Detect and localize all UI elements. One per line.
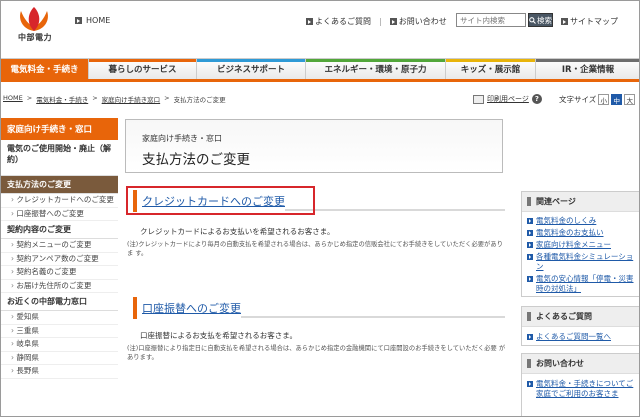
font-size-label: 文字サイズ [559,95,597,104]
sidebar-sub-gifu[interactable]: 岐阜県 [1,338,118,352]
arrow-icon [75,17,82,24]
sidebar-sub-mie[interactable]: 三重県 [1,325,118,338]
sidebar-sub-shizuoka[interactable]: 静岡県 [1,352,118,365]
arrow-icon [561,18,568,25]
related-link-safety[interactable]: 電気の安心情報「停電・災害時の対処法」 [522,273,639,295]
nav-tab-living[interactable]: 暮らしのサービス [89,59,197,79]
sidebar-title[interactable]: 家庭向け手続き・窓口 [1,118,118,140]
contact-title: お問い合わせ [522,354,639,374]
arrow-icon [389,18,397,25]
search-input[interactable] [456,13,526,27]
sidebar-sub-aichi[interactable]: 愛知県 [1,311,118,325]
sidebar-sub-credit[interactable]: クレジットカードへのご変更 [1,194,118,208]
nav-tab-energy[interactable]: エネルギー・環境・原子力 [306,59,446,79]
faq-title: よくあるご質問 [522,307,639,327]
sidebar-sub-name[interactable]: 契約名義のご変更 [1,266,118,280]
page-title: 支払方法のご変更 [142,152,250,168]
nav-tab-electricity[interactable]: 電気料金・手続き [1,59,89,79]
magnifier-icon [529,16,536,24]
faq-link[interactable]: よくあるご質問 [306,16,371,27]
breadcrumb: HOME > 電気料金・手続き > 家庭向け手続き窓口 > 支払方法のご変更 [3,94,226,104]
nav-tab-kids[interactable]: キッズ・展示館 [446,59,536,79]
sidebar-item-contract[interactable]: 契約内容のご変更 [1,221,118,239]
nav-tab-business[interactable]: ビジネスサポート [197,59,306,79]
credit-card-note: (注)クレジットカードにより毎月の自動支払を希望される場合は、あらかじめ指定の信… [127,241,503,257]
faq-box: よくあるご質問 よくあるご質問一覧へ [521,306,639,346]
related-link-simulation[interactable]: 各種電気料金シミュレーション [522,251,639,273]
bank-transfer-description: 口座振替によるお支払を希望されるお客さま。 [140,331,297,340]
sidebar: 家庭向け手続き・窓口 電気のご使用開始・廃止（解約） 支払方法のご変更 クレジッ… [1,118,118,416]
home-label: HOME [86,16,111,25]
page-category: 家庭向け手続き・窓口 [142,134,222,143]
credit-card-description: クレジットカードによるお支払いを希望されるお客さま。 [140,227,335,236]
related-pages-title: 関連ページ [522,192,639,212]
page-header: 家庭向け手続き・窓口 支払方法のご変更 [125,119,503,173]
faq-list-link[interactable]: よくあるご質問一覧へ [522,331,639,343]
font-size-large[interactable]: 大 [624,94,636,105]
bank-transfer-section-link[interactable]: 口座振替へのご変更 [133,297,241,319]
font-size-small[interactable]: 小 [598,94,610,105]
contact-household-link[interactable]: 電気料金・手続きについてご家庭でご利用のお客さま [522,378,639,400]
font-size-medium[interactable]: 中 [611,94,623,105]
sidebar-item-offices[interactable]: お近くの中部電力窓口 [1,293,118,311]
contact-box: お問い合わせ 電気料金・手続きについてご家庭でご利用のお客さま [521,353,639,416]
global-nav: 電気料金・手続き 暮らしのサービス ビジネスサポート エネルギー・環境・原子力 … [1,58,639,82]
crumb-current: 支払方法のご変更 [173,96,226,104]
sidebar-sub-address[interactable]: お届け先住所のご変更 [1,280,118,293]
help-icon[interactable]: ? [531,94,542,104]
bank-transfer-note: (注)口座振替により指定日に自動支払を希望される場合は、あらかじめ指定の金融機関… [127,345,506,361]
sidebar-sub-bank[interactable]: 口座振替へのご変更 [1,208,118,221]
logo-text[interactable]: 中部電力 [18,32,52,43]
nav-tab-ir[interactable]: IR・企業情報 [536,59,639,79]
crumb-electricity[interactable]: 電気料金・手続き [36,94,88,104]
print-page-button[interactable]: 印刷用ページ ? [473,94,542,104]
sidebar-sub-ampere[interactable]: 契約アンペア数のご変更 [1,253,118,266]
home-link[interactable]: HOME [75,16,110,25]
browser-page: 中部電力 HOME よくあるご質問 | お問い合わせ 検索 サイトマップ 電気料… [0,0,640,417]
sidebar-sub-nagano[interactable]: 長野県 [1,365,118,379]
crumb-household[interactable]: 家庭向け手続き窓口 [102,94,161,104]
related-pages-box: 関連ページ 電気料金のしくみ 電気料金のお支払い 家庭向け料金メニュー 各種電気… [521,191,639,297]
sidebar-item-start-stop[interactable]: 電気のご使用開始・廃止（解約） [1,140,118,176]
sidebar-sub-menu[interactable]: 契約メニューのご変更 [1,239,118,253]
divider: | [379,17,382,26]
crumb-home[interactable]: HOME [3,94,23,104]
printer-icon [473,94,484,104]
sitemap-link[interactable]: サイトマップ [561,16,618,27]
font-size-switcher: 文字サイズ 小 中 大 [559,94,636,105]
related-link-pricing[interactable]: 電気料金のしくみ [522,215,639,227]
highlight-box [126,186,315,215]
contact-link[interactable]: お問い合わせ [389,16,447,27]
search-button[interactable]: 検索 [528,13,553,27]
arrow-icon [306,18,313,25]
related-link-menu[interactable]: 家庭向け料金メニュー [522,239,639,251]
sidebar-item-payment[interactable]: 支払方法のご変更 [1,176,118,194]
related-link-payment[interactable]: 電気料金のお支払い [522,227,639,239]
